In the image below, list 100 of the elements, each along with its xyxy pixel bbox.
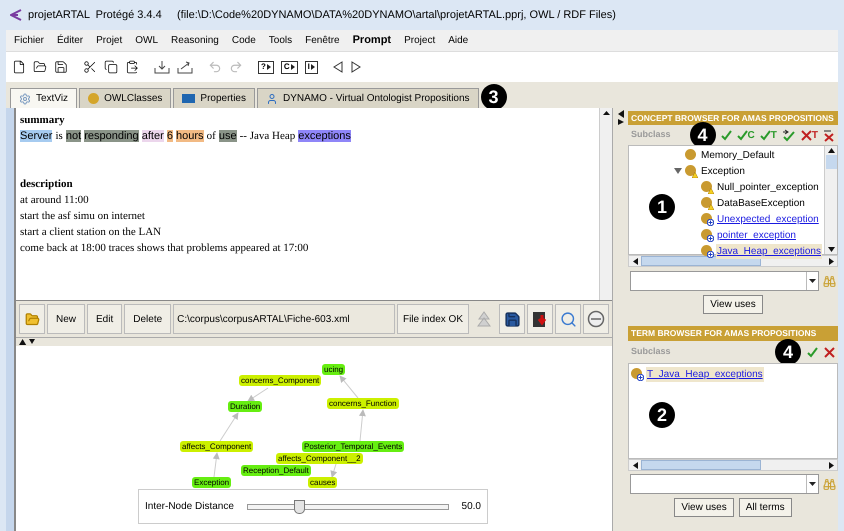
accept-arrow-tool[interactable] (782, 128, 796, 142)
export-icon[interactable] (177, 60, 193, 74)
menu-item[interactable]: Reasoning (171, 33, 219, 48)
search-button[interactable] (555, 304, 581, 334)
scroll-thumb[interactable] (641, 460, 761, 470)
expander-icon[interactable] (673, 166, 683, 176)
scrollbar[interactable] (599, 108, 612, 300)
save-button[interactable] (499, 304, 525, 334)
graph-node[interactable]: causes (308, 477, 338, 488)
menu-item[interactable]: Aide (448, 33, 468, 48)
graph-node[interactable]: Posterior_Temporal_Events (302, 441, 404, 452)
menu-item[interactable]: Projet (96, 33, 122, 48)
push-button[interactable]: File index OK (396, 304, 469, 334)
graph-node[interactable]: Duration (228, 401, 262, 412)
scroll-left-icon[interactable] (632, 258, 638, 264)
tab[interactable]: DYNAMO - Virtual Ontologist Propositions (257, 88, 479, 108)
round-logo-button[interactable] (583, 304, 609, 334)
panel-header: TERM BROWSER FOR AMAS PROPOSITIONS (628, 326, 838, 341)
graph-node[interactable]: Reception_Default (241, 465, 311, 476)
toolbar-button[interactable]: I (304, 60, 318, 74)
scroll-thumb[interactable] (826, 155, 836, 169)
edge-arrow (212, 452, 220, 478)
tab[interactable]: Properties (173, 88, 255, 108)
scroll-right-icon[interactable] (828, 258, 834, 264)
previous-icon[interactable] (332, 61, 343, 73)
paste-icon[interactable] (125, 60, 139, 74)
splitter-arrows-icon[interactable] (618, 110, 624, 126)
copy-icon[interactable] (104, 60, 118, 74)
push-button[interactable]: View uses (703, 295, 763, 314)
scroll-right-icon[interactable] (828, 462, 834, 468)
graph-node[interactable]: concerns_Component (239, 375, 322, 386)
splitter-arrows-icon[interactable] (19, 339, 35, 345)
next-icon[interactable] (350, 61, 361, 73)
window-title: projetARTAL Protégé 3.4.4 (file:\D:\Code%20DYNAMO\DATA%20DYNAMO\artal\projetARTAL.pprj, OWL / RDF Files) (28, 8, 616, 23)
toolbar-button[interactable]: C (280, 60, 298, 74)
scrollbar[interactable] (824, 146, 837, 254)
search-icon (560, 310, 576, 328)
class-new-icon (701, 212, 714, 226)
edge-arrow (220, 412, 238, 442)
import-icon[interactable] (154, 60, 170, 74)
description-line: start the asf simu on internet (20, 209, 146, 224)
dropdown-caret-icon[interactable] (809, 482, 816, 486)
search-combo-field[interactable] (630, 271, 819, 291)
description-line: start a client station on the LAN (20, 225, 162, 240)
graph-node[interactable]: affects_Component (180, 441, 254, 452)
edge-arrow (358, 409, 366, 442)
tree-item[interactable]: T_Java_Heap_exceptions (646, 366, 764, 382)
graph-node[interactable]: ucing (322, 364, 346, 375)
remove-tool[interactable] (823, 128, 835, 142)
menu-item[interactable]: Fenêtre (305, 33, 340, 48)
toolbar-button[interactable]: ? (258, 60, 274, 74)
tree-item[interactable]: Memory_Default (700, 148, 776, 162)
section-heading: description (20, 177, 74, 192)
push-button[interactable]: Edit (87, 304, 122, 334)
class-warning-icon (701, 196, 714, 210)
open-folder-button[interactable] (19, 304, 45, 334)
scroll-down-icon[interactable] (828, 245, 834, 254)
tab[interactable]: OWLClasses (79, 88, 172, 108)
tree-item[interactable]: Null_pointer_exception (716, 180, 820, 194)
tree-item[interactable]: Exception (700, 164, 746, 178)
push-button[interactable]: New (47, 304, 86, 334)
menu-item[interactable]: Fichier (14, 33, 44, 48)
scroll-left-icon[interactable] (632, 462, 638, 468)
reject-tool[interactable]: T (800, 130, 818, 140)
graph-node[interactable]: concerns_Function (327, 398, 399, 409)
scroll-up-icon[interactable] (828, 146, 834, 155)
accept-tool[interactable] (720, 130, 732, 140)
new-file-icon[interactable] (12, 60, 26, 74)
menu-item[interactable]: Code (232, 33, 256, 48)
class-icon (685, 148, 698, 162)
save-icon[interactable] (54, 60, 68, 74)
menu-item[interactable]: Éditer (57, 33, 84, 48)
cut-icon[interactable] (83, 60, 97, 74)
reject-tool[interactable] (824, 346, 835, 358)
tree-item[interactable]: DataBaseException (716, 196, 806, 210)
file-path-field[interactable]: C:\corpus\corpusARTAL\Fiche-603.xml (173, 304, 395, 334)
graph-node[interactable]: affects_Component__2 (276, 453, 363, 464)
menu-item[interactable]: Project (404, 33, 436, 48)
tree-item[interactable]: Unexpected_exception (716, 212, 820, 226)
dropdown-caret-icon[interactable] (809, 279, 816, 283)
tree-item[interactable]: pointer_exception (716, 228, 797, 242)
description-line: come back at 18:00 traces shows that problems appeared at 17:00 (20, 241, 310, 256)
section-heading: summary (20, 113, 66, 128)
menu-item[interactable]: OWL (135, 33, 158, 48)
menu-item[interactable]: Tools (268, 33, 292, 48)
open-folder-icon[interactable] (33, 60, 47, 74)
menu-item[interactable]: Prompt (352, 32, 392, 49)
tab[interactable]: TextViz (10, 88, 78, 108)
graph-node[interactable]: Exception (192, 477, 232, 488)
tree-item[interactable]: Java_Heap_exceptions (716, 244, 822, 258)
push-button[interactable]: Delete (124, 304, 172, 334)
search-combo-field[interactable] (630, 474, 819, 494)
callout-badge: 2 (649, 402, 675, 428)
push-button[interactable]: View uses (674, 498, 734, 517)
scrollbar[interactable] (628, 459, 838, 471)
slider-thumb[interactable] (294, 500, 306, 514)
floppy-icon (504, 310, 520, 328)
save-export-button[interactable] (527, 304, 553, 334)
accept-tool[interactable] (807, 346, 818, 358)
push-button[interactable]: All terms (738, 498, 792, 517)
